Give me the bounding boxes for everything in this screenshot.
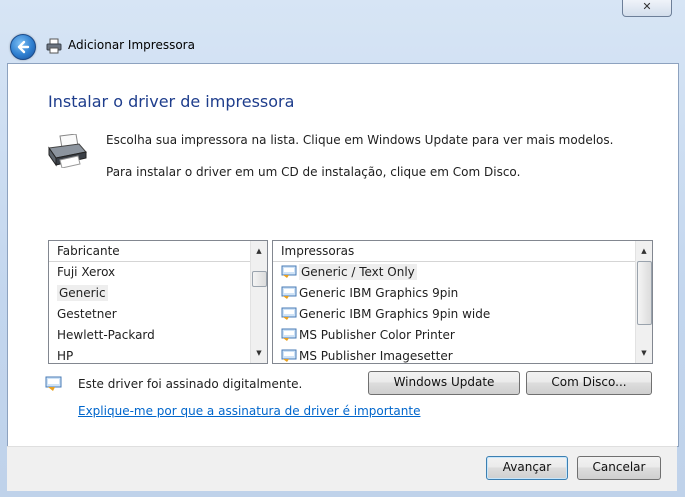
printer-item[interactable]: Generic / Text Only xyxy=(273,262,652,283)
page-heading: Instalar o driver de impressora xyxy=(48,92,295,111)
printer-icon xyxy=(46,38,62,54)
printer-driver-icon xyxy=(281,265,297,278)
scroll-down-icon[interactable]: ▼ xyxy=(636,345,652,361)
printer-driver-icon xyxy=(281,286,297,299)
printer-item[interactable]: MS Publisher Color Printer xyxy=(273,325,652,346)
printer-header[interactable]: Impressoras xyxy=(273,241,652,262)
windows-update-button[interactable]: Windows Update xyxy=(368,371,520,395)
manufacturer-item[interactable]: Gestetner xyxy=(49,304,267,325)
signature-info-link[interactable]: Explique-me por que a assinatura de driv… xyxy=(78,404,420,418)
scroll-thumb[interactable] xyxy=(637,261,652,325)
printer-item[interactable]: MS Publisher Imagesetter xyxy=(273,346,652,363)
scroll-up-icon[interactable]: ▲ xyxy=(636,243,652,259)
signed-driver-icon xyxy=(45,376,62,391)
instruction-text-2: Para instalar o driver em um CD de insta… xyxy=(106,165,521,179)
manufacturer-item[interactable]: Generic xyxy=(49,283,267,304)
close-button[interactable]: ✕ xyxy=(622,0,672,17)
back-arrow-icon xyxy=(17,40,30,54)
printer-driver-icon xyxy=(281,328,297,341)
scroll-up-icon[interactable]: ▲ xyxy=(251,243,267,259)
printer-driver-icon xyxy=(281,307,297,320)
have-disk-button[interactable]: Com Disco... xyxy=(526,371,652,395)
manufacturer-header[interactable]: Fabricante xyxy=(49,241,267,262)
manufacturer-item[interactable]: Fuji Xerox xyxy=(49,262,267,283)
window-title: Adicionar Impressora xyxy=(68,38,195,52)
printer-item[interactable]: Generic IBM Graphics 9pin xyxy=(273,283,652,304)
printer-driver-icon xyxy=(281,349,297,362)
manufacturer-item[interactable]: Hewlett-Packard xyxy=(49,325,267,346)
printer-item[interactable]: Generic IBM Graphics 9pin wide xyxy=(273,304,652,325)
next-button[interactable]: Avançar xyxy=(486,456,568,480)
window-frame: ✕ Adicionar Impressora Instalar o driver… xyxy=(0,0,685,497)
back-button[interactable] xyxy=(10,34,36,60)
scroll-thumb[interactable] xyxy=(252,271,267,287)
printer-scrollbar[interactable]: ▲ ▼ xyxy=(635,241,652,363)
manufacturer-listbox[interactable]: Fabricante Fuji Xerox Generic Gestetner … xyxy=(48,240,268,364)
manufacturer-scrollbar[interactable]: ▲ ▼ xyxy=(250,241,267,363)
manufacturer-item[interactable]: HP xyxy=(49,346,267,363)
cancel-button[interactable]: Cancelar xyxy=(577,456,661,480)
printer-large-icon xyxy=(48,134,87,168)
scroll-down-icon[interactable]: ▼ xyxy=(251,345,267,361)
instruction-text-1: Escolha sua impressora na lista. Clique … xyxy=(106,133,614,147)
signature-note: Este driver foi assinado digitalmente. xyxy=(78,377,303,391)
printer-listbox[interactable]: Impressoras Generic / Text Only Generic … xyxy=(272,240,653,364)
